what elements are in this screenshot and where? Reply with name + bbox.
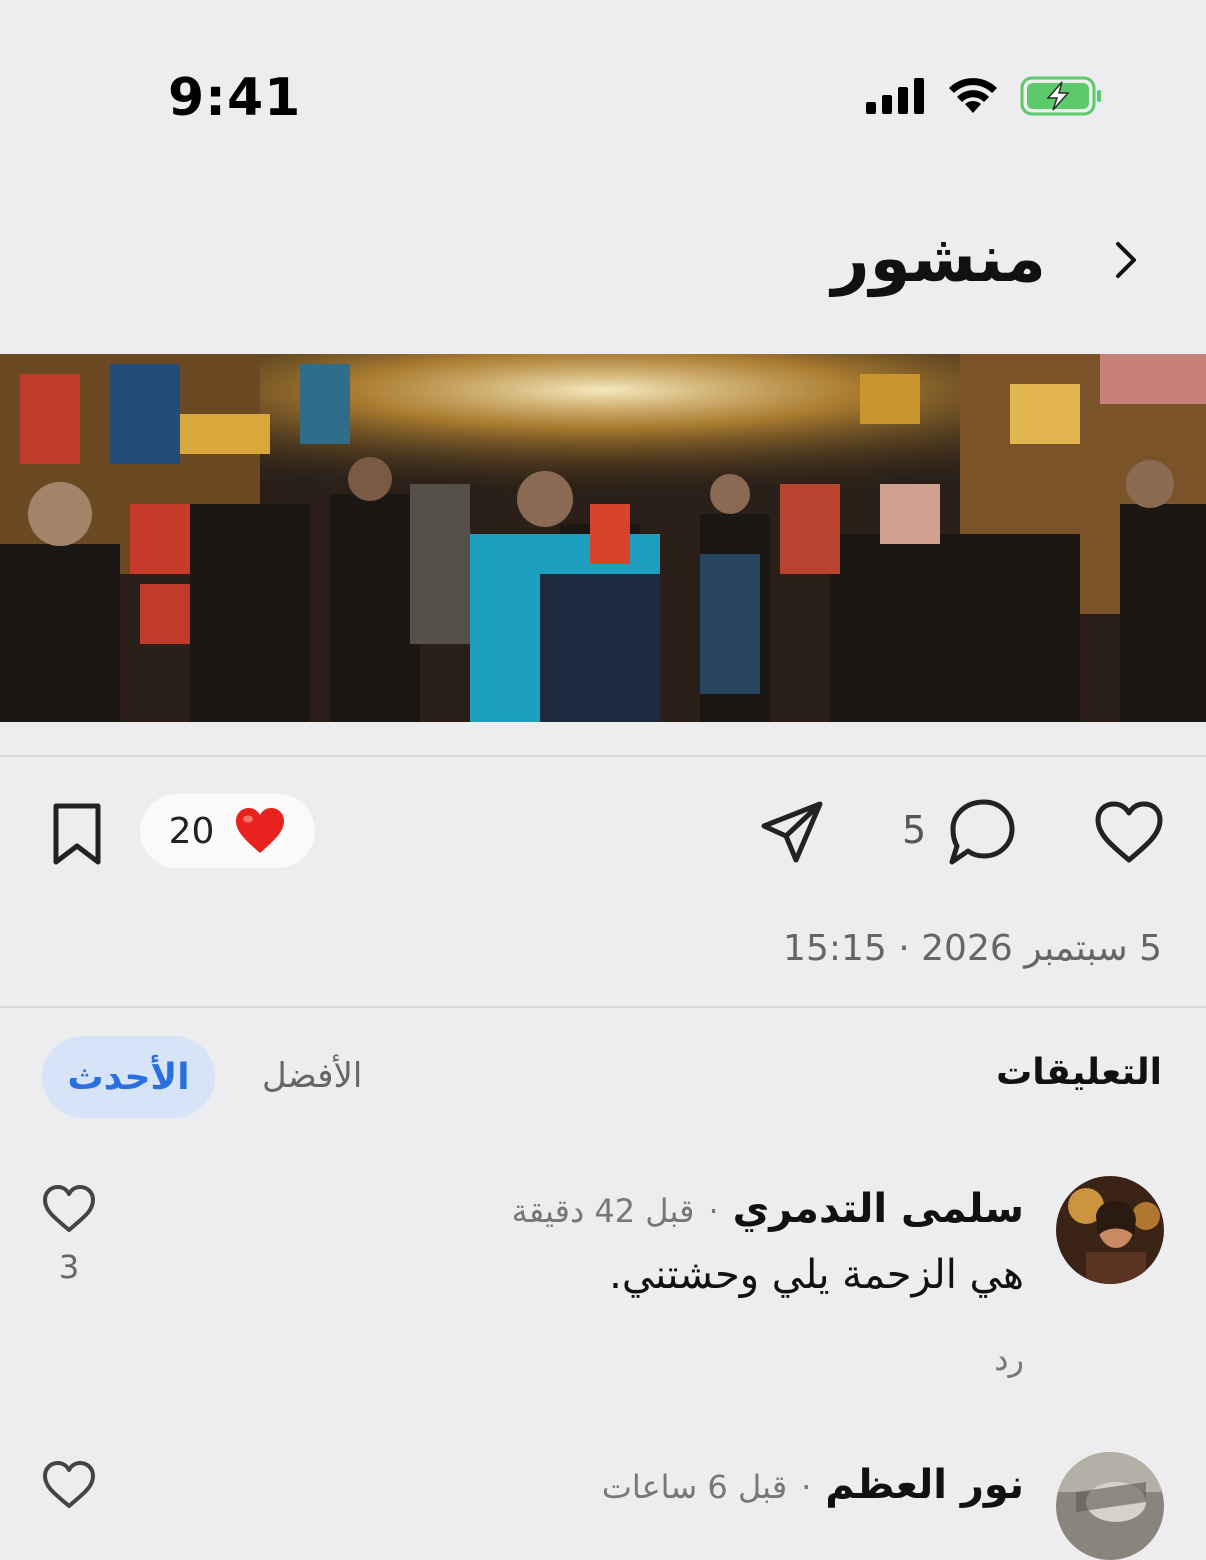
status-time: 9:41 <box>168 68 302 128</box>
send-icon[interactable] <box>756 796 830 870</box>
avatar[interactable] <box>1056 1452 1164 1560</box>
comment-meta: نور العظم · قبل 6 ساعات <box>602 1462 1024 1508</box>
comment-author[interactable]: سلمى التدمري <box>733 1186 1024 1232</box>
comment-author[interactable]: نور العظم <box>825 1462 1024 1508</box>
comment-time: قبل 42 دقيقة <box>511 1192 695 1230</box>
post-photo[interactable] <box>0 354 1206 722</box>
comment-like-icon[interactable] <box>41 1182 97 1238</box>
separator-dot: · <box>708 1192 719 1230</box>
red-heart-icon <box>234 807 286 855</box>
page-title: منشور <box>831 220 1046 297</box>
chevron-right-icon[interactable] <box>1104 238 1148 282</box>
avatar-image <box>1056 1176 1164 1284</box>
battery-charging-icon <box>1020 76 1101 116</box>
tab-newest[interactable]: الأحدث <box>42 1036 215 1118</box>
like-heart-icon[interactable] <box>1092 796 1166 870</box>
comment-like-count: 3 <box>58 1248 80 1286</box>
wifi-icon <box>949 78 997 113</box>
comments-heading: التعليقات <box>996 1052 1162 1093</box>
comment-like-icon[interactable] <box>41 1458 97 1514</box>
reaction-count: 20 <box>168 810 215 852</box>
comment-text: هي الزحمة يلي وحشتني. <box>609 1252 1024 1298</box>
post-datetime: 5 سبتمبر 2026 · 15:15 <box>783 928 1162 969</box>
market-scene-image <box>0 354 1206 722</box>
separator-dot: · <box>801 1468 812 1506</box>
tab-best[interactable]: الأفضل <box>262 1056 362 1096</box>
comment-meta: سلمى التدمري · قبل 42 دقيقة <box>512 1186 1024 1232</box>
reply-button[interactable]: رد <box>994 1340 1024 1378</box>
reaction-summary[interactable]: 20 <box>140 794 315 868</box>
avatar-image <box>1056 1452 1164 1560</box>
comment-time: قبل 6 ساعات <box>601 1468 788 1506</box>
signal-icon <box>866 78 924 114</box>
divider <box>0 1006 1206 1008</box>
status-icons <box>866 76 1102 116</box>
avatar[interactable] <box>1056 1176 1164 1284</box>
divider <box>0 755 1206 757</box>
comment-count: 5 <box>902 808 927 852</box>
bookmark-icon[interactable] <box>40 796 114 870</box>
comment-icon[interactable] <box>944 796 1018 870</box>
